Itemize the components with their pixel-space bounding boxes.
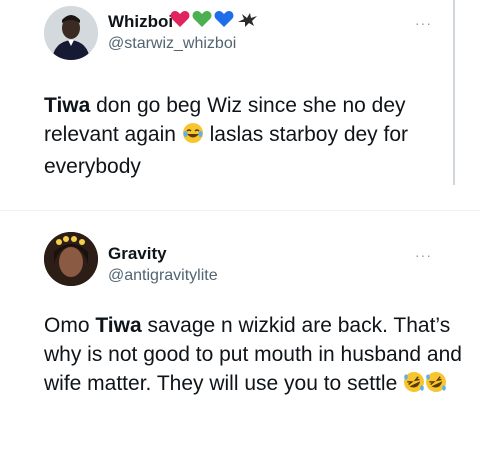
tweet-text: Omo Tiwa savage n wizkid are back. That’… (44, 311, 464, 401)
divider (0, 210, 480, 211)
display-name[interactable]: Gravity (108, 244, 167, 264)
rolling-on-floor-laughing-emoji-icon (425, 371, 447, 401)
more-options-icon[interactable]: ··· (415, 248, 432, 262)
user-handle[interactable]: @starwiz_whizboi (108, 34, 236, 54)
avatar[interactable] (44, 232, 98, 286)
green-heart-icon (192, 10, 212, 28)
tweet-text: Tiwa don go beg Wiz since she no dey rel… (44, 91, 454, 181)
name-badges (170, 10, 258, 28)
user-handle[interactable]: @antigravitylite (108, 266, 218, 286)
red-heart-icon (170, 10, 190, 28)
text-bold: Tiwa (44, 94, 91, 117)
blue-heart-icon (214, 10, 234, 28)
scrollbar[interactable] (453, 0, 455, 185)
display-name[interactable]: Whizboi (108, 12, 173, 32)
avatar[interactable] (44, 6, 98, 60)
crow-icon (236, 10, 258, 28)
tweet-whizboi[interactable]: Whizboi @starwiz_whizboi ··· Tiwa don go… (0, 0, 480, 200)
tweet-gravity[interactable]: Gravity @antigravitylite ··· Omo Tiwa sa… (0, 222, 480, 459)
more-options-icon[interactable]: ··· (415, 16, 432, 30)
text-bold: Tiwa (95, 314, 142, 337)
tears-of-joy-emoji-icon (182, 122, 204, 152)
person-icon (44, 6, 98, 60)
person-icon (44, 232, 98, 286)
rolling-on-floor-laughing-emoji-icon (403, 371, 425, 401)
text-segment: Omo (44, 314, 96, 337)
